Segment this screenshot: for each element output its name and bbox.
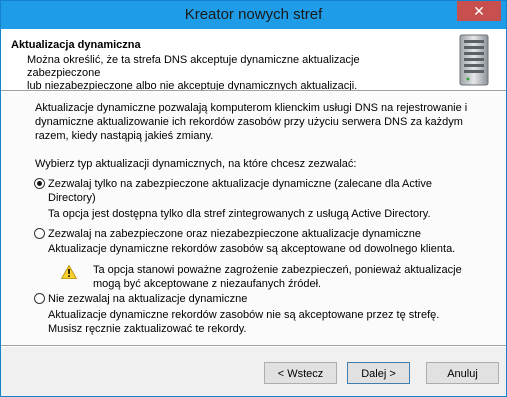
wizard-header: Aktualizacja dynamiczna Można określić, … bbox=[1, 29, 506, 93]
cancel-button[interactable]: Anuluj bbox=[426, 362, 499, 384]
option-label[interactable]: Nie zezwalaj na aktualizacje dynamiczne bbox=[48, 292, 468, 306]
prompt-label: Wybierz typ aktualizacji dynamicznych, n… bbox=[35, 158, 357, 170]
radio-no-updates[interactable] bbox=[34, 293, 45, 304]
option-description-line: Musisz ręcznie zaktualizować te rekordy. bbox=[48, 323, 247, 335]
back-button[interactable]: < Wstecz bbox=[264, 362, 337, 384]
header-divider bbox=[1, 90, 506, 92]
option-label[interactable]: Zezwalaj tylko na zabezpieczone aktualiz… bbox=[48, 177, 468, 205]
radio-secure-only[interactable] bbox=[34, 178, 45, 189]
intro-line: Aktualizacje dynamiczne pozwalają komput… bbox=[35, 102, 468, 114]
option-description-line: Aktualizacje dynamiczne rekordów zasobów… bbox=[48, 309, 440, 321]
warning-line: Ta opcja stanowi poważne zagrożenie zabe… bbox=[93, 264, 462, 276]
wizard-footer: < Wstecz Dalej > Anuluj bbox=[1, 345, 506, 396]
close-button[interactable]: ✕ bbox=[457, 1, 501, 21]
window-title: Kreator nowych stref bbox=[184, 6, 323, 23]
warning-icon bbox=[61, 265, 77, 279]
page-description-line: Można określić, że ta strefa DNS akceptu… bbox=[27, 54, 360, 79]
page-description: Można określić, że ta strefa DNS akceptu… bbox=[27, 54, 427, 93]
wizard-window: Kreator nowych stref ✕ Aktualizacja dyna… bbox=[0, 0, 507, 397]
option-description: Aktualizacje dynamiczne rekordów zasobów… bbox=[48, 243, 456, 255]
intro-text: Aktualizacje dynamiczne pozwalają komput… bbox=[35, 101, 475, 143]
title-bar[interactable]: Kreator nowych stref ✕ bbox=[1, 1, 506, 29]
page-title: Aktualizacja dynamiczna bbox=[11, 39, 141, 51]
next-button[interactable]: Dalej > bbox=[347, 362, 410, 384]
warning-line: mogą być akceptowane z niezaufanych źród… bbox=[93, 278, 322, 290]
option-label-line[interactable]: Directory) bbox=[48, 191, 468, 205]
option-description: Ta opcja jest dostępna tylko dla stref z… bbox=[48, 208, 431, 220]
warning-text: Ta opcja stanowi poważne zagrożenie zabe… bbox=[93, 263, 473, 291]
intro-line: dynamiczne aktualizowanie ich rekordów z… bbox=[35, 116, 463, 128]
option-label-line[interactable]: Zezwalaj tylko na zabezpieczone aktualiz… bbox=[48, 177, 468, 191]
close-icon: ✕ bbox=[473, 3, 485, 19]
server-icon bbox=[459, 34, 489, 86]
radio-secure-and-nonsecure[interactable] bbox=[34, 228, 45, 239]
option-description: Aktualizacje dynamiczne rekordów zasobów… bbox=[48, 308, 468, 336]
option-label[interactable]: Zezwalaj na zabezpieczone oraz niezabezp… bbox=[48, 227, 468, 241]
intro-line: razem, kiedy nastąpią jakieś zmiany. bbox=[35, 130, 214, 142]
wizard-body: Aktualizacje dynamiczne pozwalają komput… bbox=[34, 101, 475, 335]
footer-divider bbox=[1, 345, 506, 347]
